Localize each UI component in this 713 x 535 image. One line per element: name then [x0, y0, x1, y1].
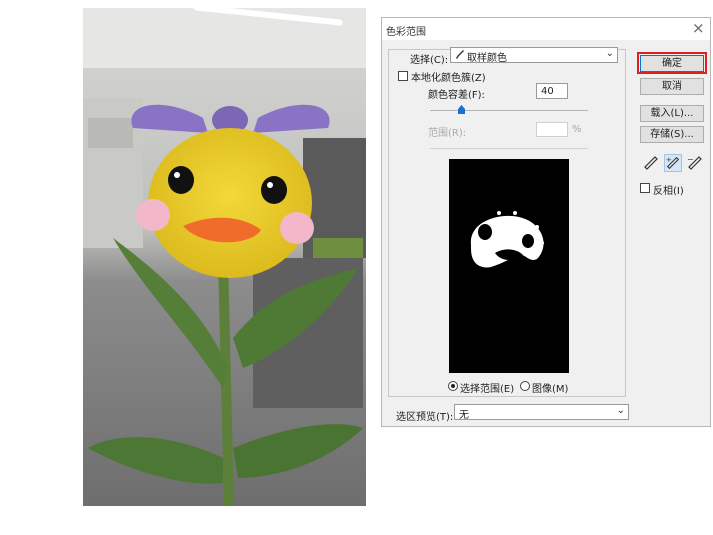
range-label: 范围(R): [428, 128, 467, 139]
radio-image-label: 图像(M) [532, 384, 569, 395]
eyedropper-icon [455, 49, 465, 64]
dialog-title: 色彩范围 [386, 27, 426, 38]
dialog-titlebar: 色彩范围 × [382, 18, 710, 40]
selection-preview-label: 选区预览(T): [396, 412, 454, 423]
chick-flower-image [83, 8, 366, 506]
close-icon[interactable]: × [692, 19, 705, 37]
selection-preview-dropdown[interactable]: 无 ⌄ [454, 404, 629, 421]
localized-clusters-checkbox[interactable] [398, 71, 408, 81]
range-slider-track [430, 148, 588, 149]
radio-selection-label: 选择范围(E) [460, 384, 515, 395]
fuzziness-label: 颜色容差(F): [428, 90, 485, 101]
fuzziness-input[interactable]: 40 [536, 83, 568, 99]
save-button[interactable]: 存储(S)... [640, 126, 704, 143]
invert-checkbox[interactable] [640, 183, 650, 193]
load-button[interactable]: 载入(L)... [640, 105, 704, 122]
selection-preview-image [449, 159, 569, 373]
svg-text:−: − [687, 155, 694, 164]
range-input[interactable] [536, 122, 568, 137]
fuzziness-value: 40 [541, 86, 554, 97]
range-unit: % [572, 124, 582, 135]
radio-selection[interactable] [448, 381, 458, 391]
document-photo [83, 8, 366, 506]
chevron-down-icon: ⌄ [605, 48, 614, 59]
selection-preview-value: 无 [459, 410, 469, 421]
svg-text:+: + [666, 155, 672, 164]
chevron-down-icon: ⌄ [616, 405, 625, 416]
ok-button[interactable]: 确定 [640, 55, 704, 72]
invert-label: 反相(I) [653, 186, 684, 197]
cancel-button[interactable]: 取消 [640, 78, 704, 95]
eyedropper-plus-icon[interactable]: + [664, 154, 682, 172]
eyedropper-minus-icon[interactable]: − [686, 154, 704, 172]
select-value: 取样颜色 [467, 53, 507, 64]
fuzziness-slider-track[interactable] [430, 110, 588, 111]
select-label: 选择(C): [410, 55, 449, 66]
color-range-dialog: 色彩范围 × 选择(C): 取样颜色 ⌄ 本地化颜色簇(Z) 颜色容差(F): … [381, 17, 711, 427]
select-dropdown[interactable]: 取样颜色 ⌄ [450, 47, 618, 64]
radio-image[interactable] [520, 381, 530, 391]
localized-clusters-label: 本地化颜色簇(Z) [411, 73, 486, 84]
eyedropper-icon[interactable] [642, 154, 660, 172]
